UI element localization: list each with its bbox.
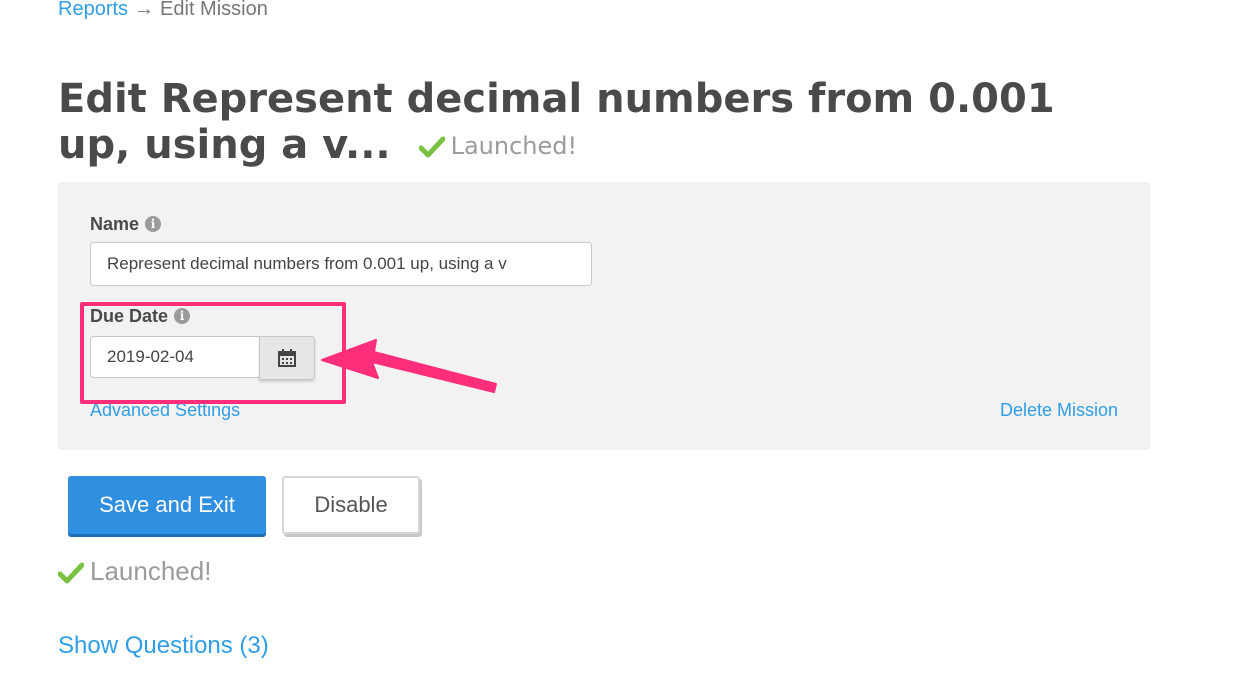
title-status: Launched! (418, 132, 578, 160)
info-icon[interactable]: i (145, 216, 162, 232)
title-status-text: Launched! (450, 132, 578, 160)
breadcrumb: Reports → Edit Mission (58, 0, 268, 21)
annotation-highlight-box (80, 302, 346, 404)
check-icon (418, 136, 445, 158)
breadcrumb-current: Edit Mission (160, 0, 268, 20)
breadcrumb-reports-link[interactable]: Reports (58, 0, 128, 20)
name-field[interactable]: Represent decimal numbers from 0.001 up,… (90, 242, 592, 286)
name-label: Name i (90, 214, 162, 235)
disable-button[interactable]: Disable (282, 476, 420, 534)
save-and-exit-button[interactable]: Save and Exit (68, 476, 266, 534)
launch-status: Launched! (58, 556, 211, 587)
show-questions-link[interactable]: Show Questions (3) (58, 632, 269, 660)
breadcrumb-separator: → (134, 0, 155, 20)
check-icon (58, 562, 84, 584)
launch-status-text: Launched! (90, 556, 212, 586)
page-title: Edit Represent decimal numbers from 0.00… (58, 76, 1118, 173)
delete-mission-link[interactable]: Delete Mission (1000, 400, 1118, 421)
name-label-text: Name (90, 214, 140, 234)
